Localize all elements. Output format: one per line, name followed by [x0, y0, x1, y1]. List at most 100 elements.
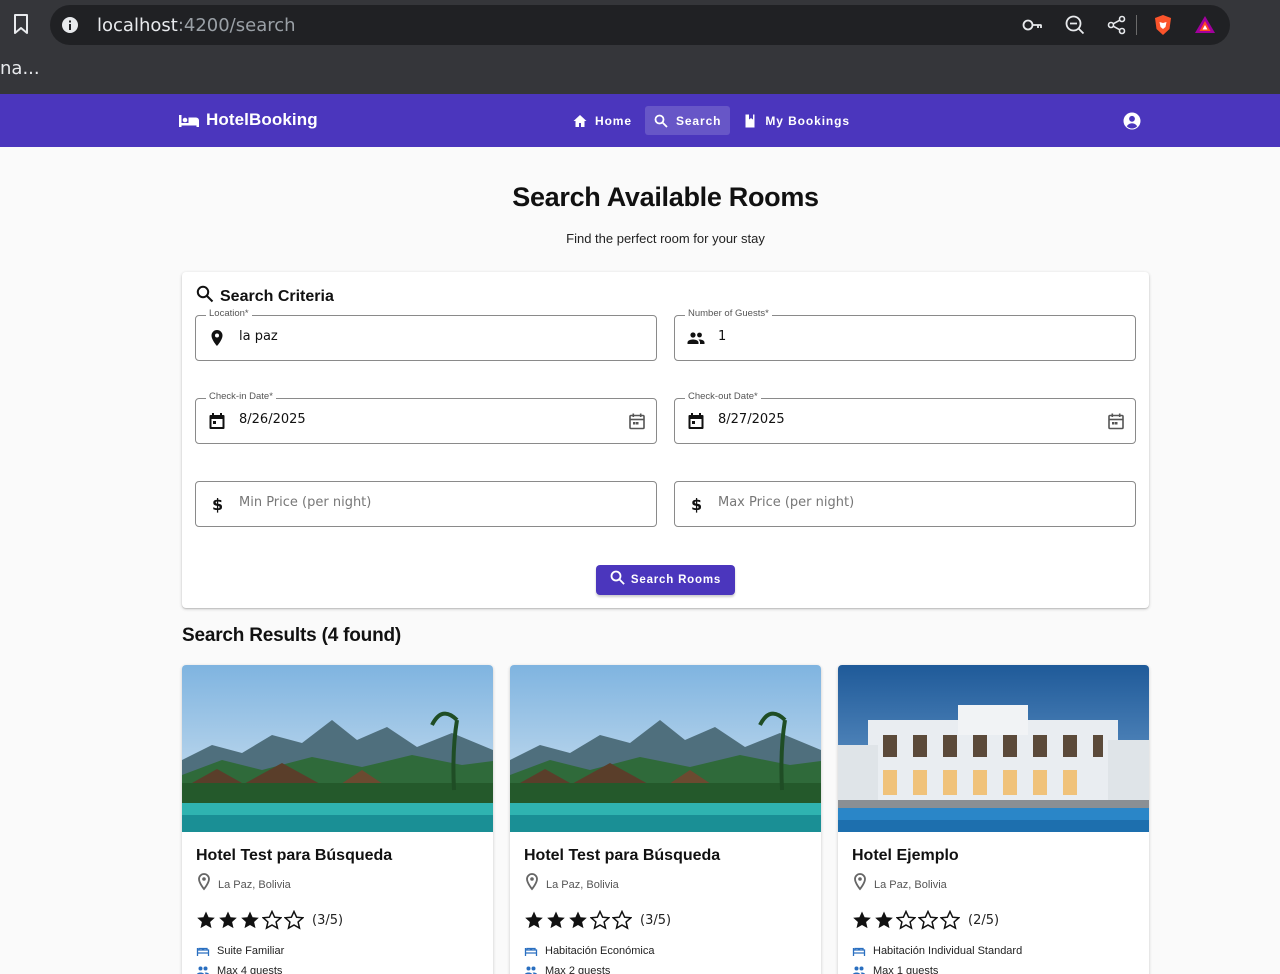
- search-rooms-button[interactable]: Search Rooms: [596, 565, 735, 595]
- hotel-bed-icon: [179, 115, 199, 127]
- room-type-text: Habitación Económica: [545, 945, 655, 957]
- search-criteria-title: Search Criteria: [196, 285, 334, 306]
- nav-search-label: Search: [675, 113, 722, 128]
- room-type: Habitación Individual Standard: [852, 944, 1022, 958]
- toolbar-divider: [1136, 15, 1137, 35]
- datepicker-toggle-icon[interactable]: [1107, 412, 1125, 430]
- star-outline-icon: [262, 910, 282, 930]
- room-type-text: Habitación Individual Standard: [873, 945, 1023, 957]
- location-field[interactable]: Location* la paz: [195, 308, 657, 361]
- nav-search[interactable]: Search: [644, 106, 731, 135]
- room-type: Habitación Económica: [524, 944, 654, 958]
- rating-text: (2/5): [968, 912, 1000, 928]
- hotel-name[interactable]: Hotel Test para Búsqueda: [524, 847, 720, 865]
- star-filled-icon: [241, 911, 259, 929]
- min-price-field[interactable]: $ Min Price (per night): [195, 481, 657, 527]
- nav-bookings-label: My Bookings: [765, 113, 850, 128]
- info-icon[interactable]: [61, 16, 79, 34]
- search-icon: [610, 570, 625, 585]
- checkout-label: Check-out Date*: [685, 391, 761, 402]
- checkin-field[interactable]: Check-in Date* 8/26/2025: [195, 391, 657, 444]
- hotel-image[interactable]: [182, 665, 493, 832]
- account-circle-icon[interactable]: [1123, 112, 1141, 130]
- share-icon[interactable]: [1106, 14, 1128, 36]
- bookmark-icon[interactable]: [12, 13, 30, 35]
- max-guests-text: Max 2 guests: [545, 965, 611, 974]
- rating-stars: (2/5): [852, 910, 999, 930]
- datepicker-toggle-icon[interactable]: [628, 412, 646, 430]
- checkout-value: 8/27/2025: [718, 412, 785, 427]
- people-icon: [196, 966, 210, 974]
- brave-rewards-icon[interactable]: [1194, 14, 1216, 36]
- location-pin-icon: [526, 873, 538, 891]
- rating-text: (3/5): [312, 912, 344, 928]
- search-icon: [654, 114, 668, 128]
- max-guests: Max 1 guests: [852, 964, 938, 974]
- brand-name: HotelBooking: [206, 110, 318, 129]
- search-criteria-label: Search Criteria: [220, 288, 334, 305]
- hotel-image[interactable]: [510, 665, 821, 832]
- dollar-icon: $: [212, 495, 223, 513]
- star-filled-icon: [569, 911, 587, 929]
- brave-shield-icon[interactable]: [1152, 14, 1174, 36]
- checkin-value: 8/26/2025: [239, 412, 306, 427]
- max-guests: Max 2 guests: [524, 964, 610, 974]
- location-value: la paz: [239, 329, 278, 344]
- search-icon: [196, 285, 214, 303]
- max-guests-text: Max 1 guests: [873, 965, 939, 974]
- max-price-placeholder: Max Price (per night): [718, 495, 855, 510]
- hotel-image[interactable]: [838, 665, 1149, 832]
- rating-stars: (3/5): [524, 910, 671, 930]
- guests-field[interactable]: Number of Guests* 1: [674, 308, 1136, 361]
- star-outline-icon: [590, 910, 610, 930]
- people-icon: [852, 966, 866, 974]
- bed-icon: [852, 947, 866, 956]
- people-icon: [524, 966, 538, 974]
- app-toolbar: HotelBooking Home Search My Bookings: [0, 94, 1280, 147]
- room-type: Suite Familiar: [196, 944, 284, 958]
- guests-label: Number of Guests*: [685, 308, 772, 319]
- nav-home[interactable]: Home: [564, 106, 641, 135]
- home-icon: [573, 114, 587, 127]
- people-icon: [687, 332, 705, 344]
- checkin-label: Check-in Date*: [206, 391, 276, 402]
- hotel-card[interactable]: Hotel Test para Búsqueda La Paz, Bolivia…: [182, 665, 493, 974]
- star-filled-icon: [525, 911, 543, 929]
- max-price-field[interactable]: $ Max Price (per night): [674, 481, 1136, 527]
- location-label: Location*: [206, 308, 252, 319]
- key-icon[interactable]: [1021, 14, 1043, 36]
- hotel-name[interactable]: Hotel Test para Búsqueda: [196, 847, 392, 865]
- bed-icon: [196, 947, 210, 956]
- star-filled-icon: [875, 911, 893, 929]
- nav-my-bookings[interactable]: My Bookings: [734, 106, 859, 135]
- min-price-placeholder: Min Price (per night): [239, 495, 372, 510]
- star-outline-icon: [896, 910, 916, 930]
- hotel-name[interactable]: Hotel Ejemplo: [852, 847, 959, 865]
- star-filled-icon: [219, 911, 237, 929]
- nav-home-label: Home: [595, 113, 632, 128]
- tab-title-fragment[interactable]: na...: [0, 58, 40, 79]
- page-title: Search Available Rooms: [512, 182, 819, 212]
- star-outline-icon: [284, 910, 304, 930]
- browser-chrome: localhost:4200/search na...: [0, 0, 1280, 94]
- hotel-location-text: La Paz, Bolivia: [218, 879, 291, 891]
- star-filled-icon: [547, 911, 565, 929]
- address-bar[interactable]: localhost:4200/search: [50, 5, 1230, 45]
- svg-text:$: $: [212, 495, 223, 513]
- star-filled-icon: [853, 911, 871, 929]
- calendar-icon: [209, 413, 225, 429]
- hotel-card[interactable]: Hotel Ejemplo La Paz, Bolivia (2/5) Habi…: [838, 665, 1149, 974]
- star-outline-icon: [940, 910, 960, 930]
- hotel-location-text: La Paz, Bolivia: [546, 879, 619, 891]
- brand-logo[interactable]: HotelBooking: [179, 110, 318, 130]
- checkout-field[interactable]: Check-out Date* 8/27/2025: [674, 391, 1136, 444]
- zoom-out-icon[interactable]: [1064, 14, 1086, 36]
- guests-value: 1: [718, 329, 727, 344]
- location-pin-icon: [211, 330, 223, 346]
- location-pin-icon: [198, 873, 210, 891]
- page-subtitle: Find the perfect room for your stay: [566, 231, 765, 246]
- url-text[interactable]: localhost:4200/search: [97, 15, 296, 36]
- hotel-card[interactable]: Hotel Test para Búsqueda La Paz, Bolivia…: [510, 665, 821, 974]
- search-criteria-card: Search Criteria Location* la paz Number …: [182, 272, 1149, 608]
- star-outline-icon: [612, 910, 632, 930]
